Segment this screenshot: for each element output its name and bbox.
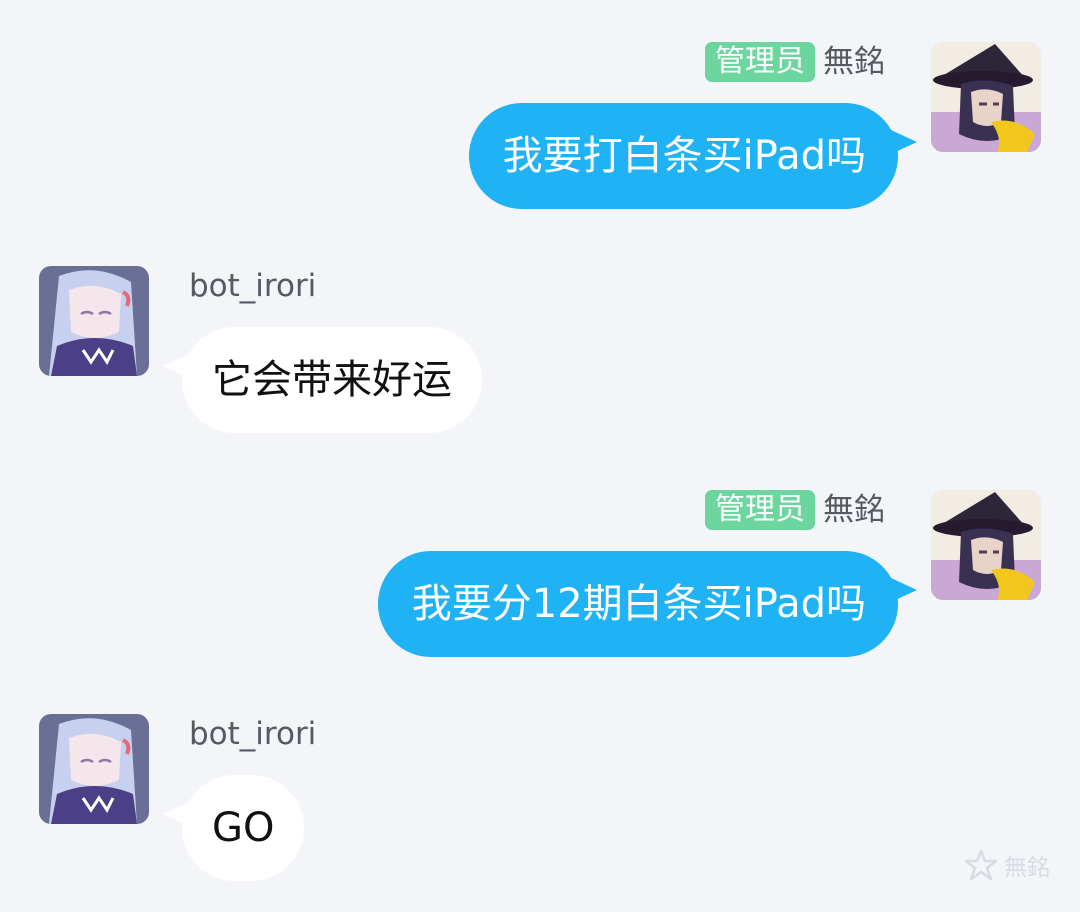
admin-role-badge: 管理员: [705, 42, 815, 82]
sender-name[interactable]: bot_irori: [189, 714, 316, 754]
sender-name[interactable]: bot_irori: [189, 266, 316, 306]
watermark-text: 無銘: [1004, 855, 1050, 881]
watermark: 無銘: [964, 848, 1050, 882]
avatar[interactable]: [931, 42, 1041, 152]
message-bubble[interactable]: 我要打白条买iPad吗: [468, 103, 898, 209]
avatar-anime-girl-image: [39, 714, 149, 824]
avatar-wizard-image: [931, 490, 1041, 600]
sender-info: 管理员 無銘: [705, 488, 885, 532]
message-bubble[interactable]: GO: [182, 775, 305, 881]
star-logo-icon: [964, 849, 998, 881]
sender-name[interactable]: 無銘: [823, 42, 885, 82]
sender-name[interactable]: 無銘: [823, 490, 885, 530]
avatar[interactable]: [39, 714, 149, 824]
avatar-wizard-image: [931, 42, 1041, 152]
message-bubble[interactable]: 它会带来好运: [182, 327, 482, 433]
avatar-anime-girl-image: [39, 266, 149, 376]
admin-role-badge: 管理员: [705, 490, 815, 530]
message-bubble[interactable]: 我要分12期白条买iPad吗: [377, 551, 898, 657]
avatar[interactable]: [931, 490, 1041, 600]
avatar[interactable]: [39, 266, 149, 376]
sender-info: bot_irori: [189, 712, 316, 756]
sender-info: bot_irori: [189, 264, 316, 308]
sender-info: 管理员 無銘: [705, 40, 885, 84]
